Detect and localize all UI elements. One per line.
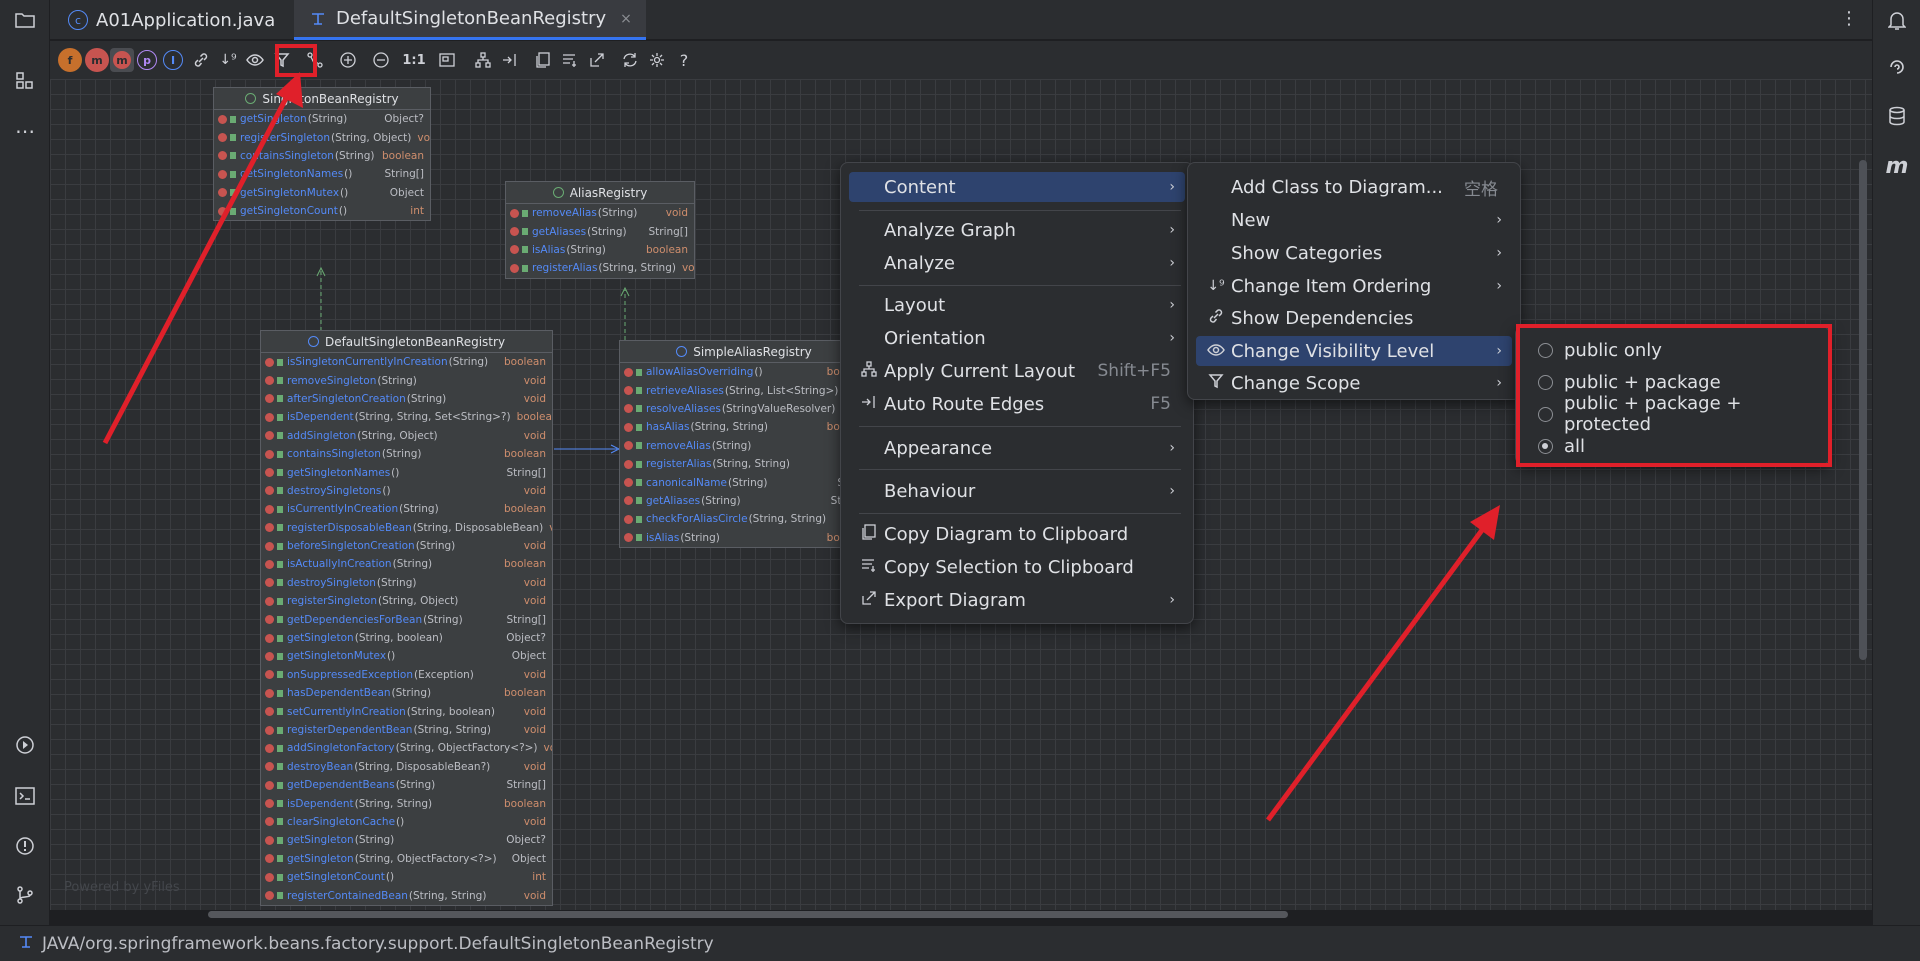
status-path[interactable]: JAVA/org.springframework.beans.factory.s… [42,934,714,954]
diagram-icon [18,935,34,953]
ide-window: ⋯ m c A01Application.java DefaultSinglet… [0,0,1920,961]
annotation-arrows [102,72,1500,822]
status-bar: JAVA/org.springframework.beans.factory.s… [0,925,1920,961]
